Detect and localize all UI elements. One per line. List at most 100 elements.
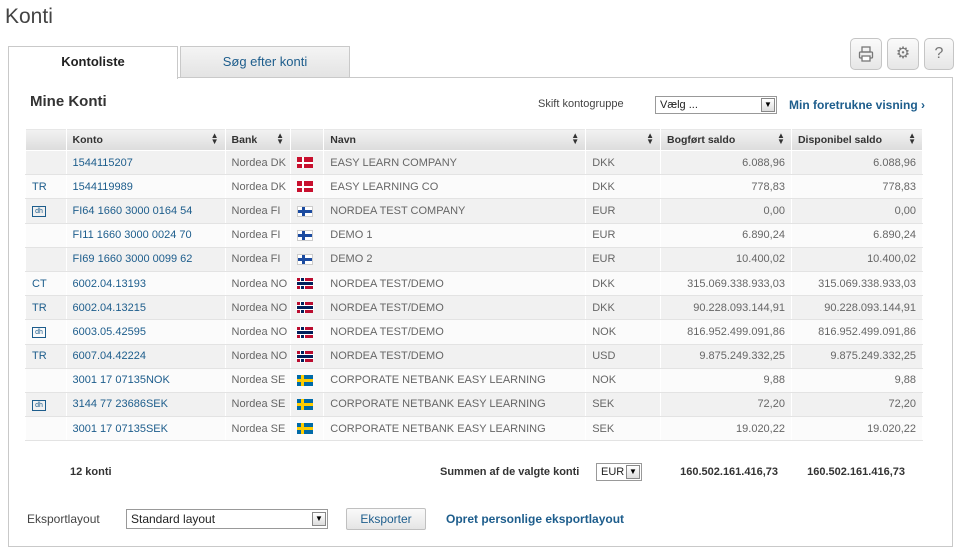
flag-dk-icon <box>297 157 314 169</box>
bank-cell: Nordea FI <box>224 246 292 272</box>
currency-cell: SEK <box>585 391 662 418</box>
account-number-link[interactable]: 6007.04.42224 <box>65 343 226 369</box>
flag-se-icon <box>297 423 314 435</box>
flag-cell <box>290 367 325 393</box>
account-type-cell[interactable]: dh <box>25 319 67 345</box>
currency-cell: EUR <box>585 222 662 248</box>
flag-no-icon <box>297 278 314 290</box>
available-balance-cell: 10.400,02 <box>790 246 924 272</box>
bank-cell: Nordea NO <box>224 343 292 369</box>
account-type-cell[interactable]: dh <box>25 391 67 418</box>
account-type-cell[interactable] <box>25 222 67 248</box>
sum-label: Summen af de valgte konti <box>440 466 580 478</box>
table-row[interactable]: TR 6002.04.13215 Nordea NO NORDEA TEST/DEMO… <box>25 295 924 321</box>
table-row[interactable]: dh 3144 77 23686SEK Nordea SE CORPORATE NET… <box>25 391 924 418</box>
section-title: Mine Konti <box>30 93 107 110</box>
settings-button[interactable]: ⚙ <box>887 38 919 70</box>
account-number-link[interactable]: 3001 17 07135NOK <box>65 367 226 393</box>
export-button[interactable]: Eksporter <box>346 508 426 530</box>
currency-cell: NOK <box>585 319 662 345</box>
flag-cell <box>290 295 325 321</box>
booked-balance-cell: 315.069.338.933,03 <box>660 270 792 297</box>
help-button[interactable]: ? <box>924 38 954 70</box>
bank-cell: Nordea FI <box>224 198 292 224</box>
table-row[interactable]: 3001 17 07135SEK Nordea SE CORPORATE NETBA… <box>25 416 924 442</box>
account-detail-icon[interactable]: dh <box>32 399 46 411</box>
flag-cell <box>290 270 325 297</box>
account-detail-icon[interactable]: dh <box>32 206 46 218</box>
tab-search-accounts[interactable]: Søg efter konti <box>180 46 350 78</box>
table-row[interactable]: 1544115207 Nordea DK EASY LEARN COMPANY DKK… <box>25 149 924 176</box>
flag-cell <box>290 174 325 200</box>
account-type-cell[interactable]: CT <box>25 270 67 297</box>
column-header-currency: ▲ ▼ <box>585 128 662 151</box>
account-name-cell: NORDEA TEST/DEMO <box>323 319 587 345</box>
flag-fi-icon <box>297 229 314 241</box>
bank-cell: Nordea NO <box>224 295 292 321</box>
account-type-cell[interactable]: TR <box>25 174 67 200</box>
sum-currency-select[interactable]: EUR ▼ <box>596 463 642 481</box>
account-name-cell: EASY LEARN COMPANY <box>323 149 587 176</box>
account-group-select[interactable]: Vælg ... ▼ <box>655 96 777 114</box>
column-header-name[interactable]: Navn ▲ ▼ <box>323 128 587 151</box>
table-row[interactable]: TR 6007.04.42224 Nordea NO NORDEA TEST/DEMO… <box>25 343 924 369</box>
booked-balance-cell: 9,88 <box>660 367 792 393</box>
account-type-cell[interactable] <box>25 416 67 442</box>
column-header-booked-balance[interactable]: Bogført saldo ▲ ▼ <box>660 128 792 151</box>
available-balance-cell: 0,00 <box>790 198 924 224</box>
account-number-link[interactable]: FI64 1660 3000 0164 54 <box>65 198 226 224</box>
create-export-layout-link[interactable]: Opret personlige eksportlayout <box>446 512 624 526</box>
sort-icon: ▲ ▼ <box>646 131 655 146</box>
flag-fi-icon <box>297 253 314 265</box>
account-number-link[interactable]: 3144 77 23686SEK <box>65 391 226 418</box>
table-row[interactable]: dh FI64 1660 3000 0164 54 Nordea FI NORDEA … <box>25 198 924 224</box>
available-balance-cell: 90.228.093.144,91 <box>790 295 924 321</box>
table-row[interactable]: 3001 17 07135NOK Nordea SE CORPORATE NETBA… <box>25 367 924 393</box>
help-icon: ? <box>934 45 944 62</box>
account-number-link[interactable]: FI69 1660 3000 0099 62 <box>65 246 226 272</box>
export-layout-select[interactable]: Standard layout ▼ <box>126 509 328 529</box>
sort-icon: ▲ ▼ <box>908 131 916 146</box>
column-header-available-balance[interactable]: Disponibel saldo ▲ ▼ <box>790 128 924 151</box>
flag-cell <box>290 149 325 176</box>
bank-cell: Nordea SE <box>224 391 292 418</box>
table-row[interactable]: FI69 1660 3000 0099 62 Nordea FI DEMO 2 EUR… <box>25 246 924 272</box>
bank-cell: Nordea DK <box>224 174 292 200</box>
account-number-link[interactable]: 6002.04.13193 <box>65 270 226 297</box>
table-row[interactable]: dh 6003.05.42595 Nordea NO NORDEA TEST/DEMO… <box>25 319 924 345</box>
column-header-account[interactable]: Konto ▲ ▼ <box>65 128 226 151</box>
currency-cell: DKK <box>585 270 662 297</box>
account-number-link[interactable]: 6003.05.42595 <box>65 319 226 345</box>
table-row[interactable]: TR 1544119989 Nordea DK EASY LEARNING CO DKK… <box>25 174 924 200</box>
account-number-link[interactable]: 6002.04.13215 <box>65 295 226 321</box>
account-number-link[interactable]: 1544119989 <box>65 174 226 200</box>
account-type-cell[interactable] <box>25 149 67 176</box>
booked-balance-cell: 0,00 <box>660 198 792 224</box>
account-detail-icon[interactable]: dh <box>32 327 46 339</box>
table-row[interactable]: FI11 1660 3000 0024 70 Nordea FI DEMO 1 EUR… <box>25 222 924 248</box>
gear-icon: ⚙ <box>895 45 911 62</box>
account-group-label: Skift kontogruppe <box>538 98 624 110</box>
account-number-link[interactable]: 1544115207 <box>65 149 226 176</box>
export-layout-label: Eksportlayout <box>27 512 100 526</box>
flag-cell <box>290 416 325 442</box>
bank-cell: Nordea SE <box>224 416 292 442</box>
currency-cell: USD <box>585 343 662 369</box>
print-button[interactable] <box>850 38 882 70</box>
tab-kontoliste[interactable]: Kontoliste <box>8 46 178 79</box>
account-type-cell[interactable]: TR <box>25 295 67 321</box>
available-balance-cell: 19.020,22 <box>790 416 924 442</box>
account-type-cell[interactable]: TR <box>25 343 67 369</box>
account-number-link[interactable]: FI11 1660 3000 0024 70 <box>65 222 226 248</box>
account-number-link[interactable]: 3001 17 07135SEK <box>65 416 226 442</box>
column-header-bank[interactable]: Bank ▲ ▼ <box>224 128 292 151</box>
account-type-cell[interactable] <box>25 246 67 272</box>
available-balance-cell: 72,20 <box>790 391 924 418</box>
account-name-cell: CORPORATE NETBANK EASY LEARNING <box>323 391 587 418</box>
account-name-cell: CORPORATE NETBANK EASY LEARNING <box>323 367 587 393</box>
account-type-cell[interactable] <box>25 367 67 393</box>
account-type-cell[interactable]: dh <box>25 198 67 224</box>
favorite-view-link[interactable]: Min foretrukne visning › <box>789 98 925 112</box>
account-name-cell: EASY LEARNING CO <box>323 174 587 200</box>
table-row[interactable]: CT 6002.04.13193 Nordea NO NORDEA TEST/DEMO… <box>25 270 924 297</box>
